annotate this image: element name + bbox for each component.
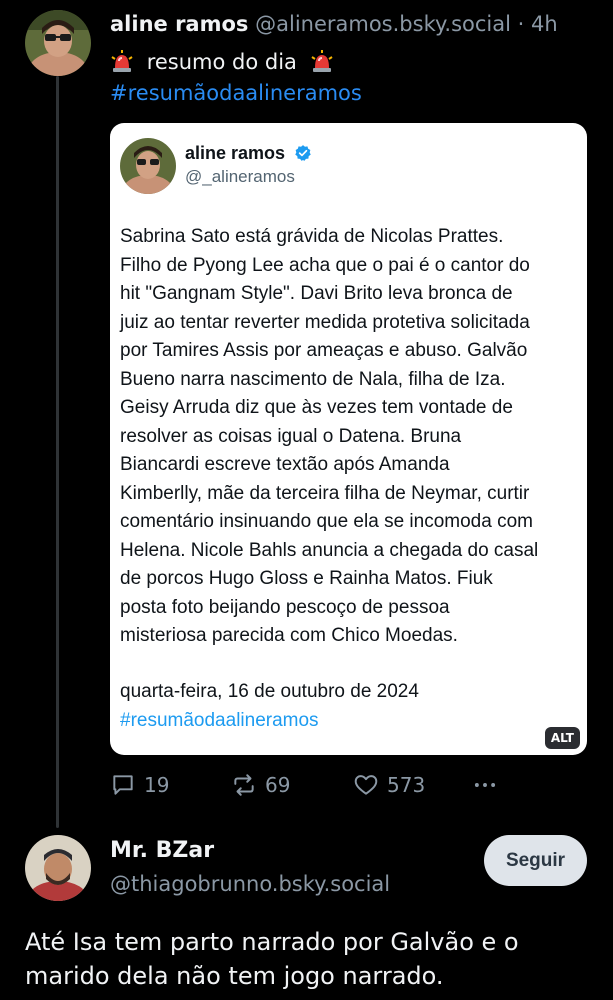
post-text-content: resumo do dia bbox=[146, 50, 297, 74]
verified-badge-icon bbox=[294, 144, 312, 162]
author-name[interactable]: aline ramos bbox=[110, 12, 248, 36]
repost-button[interactable]: 69 bbox=[231, 772, 290, 798]
repost-icon bbox=[234, 774, 254, 796]
reply-count: 19 bbox=[144, 773, 170, 797]
follow-button[interactable]: Seguir bbox=[484, 835, 587, 886]
embed-date: quarta-feira, 16 de outubro de 2024 bbox=[120, 681, 419, 702]
embed-author-name: aline ramos bbox=[185, 143, 312, 164]
embed-author-handle: @_alineramos bbox=[185, 167, 295, 186]
alt-text-badge[interactable]: ALT bbox=[544, 727, 580, 749]
post-text: resumo do dia bbox=[110, 48, 334, 76]
thread-line bbox=[56, 76, 59, 828]
embed-avatar bbox=[120, 138, 176, 194]
embed-hashtag: #resumãodaalineramos bbox=[120, 710, 319, 731]
embed-author-name-text: aline ramos bbox=[185, 143, 286, 163]
like-count: 573 bbox=[387, 773, 426, 797]
siren-icon bbox=[110, 49, 134, 73]
repost-count: 69 bbox=[265, 773, 291, 797]
siren-icon bbox=[310, 49, 334, 73]
post-time[interactable]: 4h bbox=[531, 12, 558, 36]
separator-dot: · bbox=[517, 12, 525, 36]
reply-icon bbox=[113, 775, 133, 795]
reply-author-handle[interactable]: @thiagobrunno.bsky.social bbox=[110, 872, 390, 896]
reply-button[interactable]: 19 bbox=[110, 772, 169, 798]
author-avatar[interactable] bbox=[25, 10, 91, 76]
embedded-image[interactable]: aline ramos @_alineramos Sabrina Sato es… bbox=[110, 123, 587, 755]
reply-author-name[interactable]: Mr. BZar bbox=[110, 838, 214, 863]
more-options-button[interactable] bbox=[472, 772, 506, 798]
reply-author-avatar[interactable] bbox=[25, 835, 91, 901]
like-button[interactable]: 573 bbox=[353, 772, 425, 798]
post-header: aline ramos @alineramos.bsky.social · 4h bbox=[110, 10, 558, 38]
like-icon bbox=[354, 775, 378, 795]
author-handle[interactable]: @alineramos.bsky.social bbox=[255, 12, 511, 36]
post-hashtag-link[interactable]: #resumãodaalineramos bbox=[110, 79, 362, 107]
more-icon bbox=[474, 783, 496, 787]
embed-body-text: Sabrina Sato está grávida de Nicolas Pra… bbox=[120, 226, 539, 646]
reply-text: Até Isa tem parto narrado por Galvão e o… bbox=[25, 928, 519, 990]
